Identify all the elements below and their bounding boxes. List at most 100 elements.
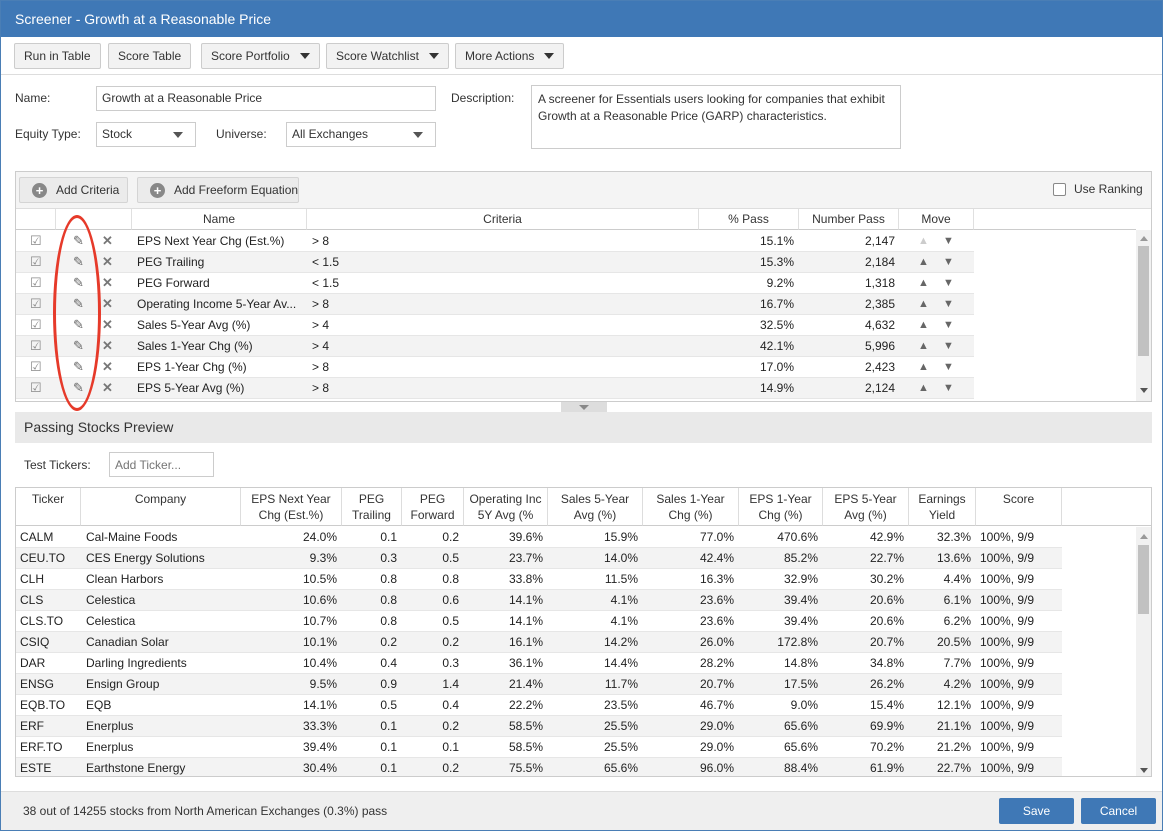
col-header-peg-trailing[interactable]: PEG Trailing	[342, 488, 402, 526]
move-down-icon[interactable]: ▼	[943, 273, 954, 293]
move-down-icon[interactable]: ▼	[943, 357, 954, 377]
move-up-icon[interactable]: ▲	[918, 378, 929, 398]
add-freeform-equation-button[interactable]: + Add Freeform Equation	[137, 177, 299, 203]
move-up-icon[interactable]: ▲	[918, 231, 929, 251]
move-down-icon[interactable]: ▼	[943, 315, 954, 335]
col-header-earnings-yield[interactable]: Earnings Yield	[909, 488, 976, 526]
delete-icon[interactable]: ✕	[102, 378, 113, 398]
preview-scroll-thumb[interactable]	[1138, 545, 1149, 614]
col-header-pct-pass[interactable]: % Pass	[699, 209, 799, 230]
checkmark-icon[interactable]: ☑	[30, 336, 42, 356]
use-ranking-checkbox[interactable]	[1053, 183, 1066, 196]
move-down-icon[interactable]: ▼	[943, 336, 954, 356]
col-header-company[interactable]: Company	[81, 488, 241, 526]
col-header-peg-forward[interactable]: PEG Forward	[402, 488, 464, 526]
stock-row[interactable]: CEU.TO CES Energy Solutions 9.3% 0.3 0.5 23.7…	[16, 548, 1062, 569]
scroll-down-icon[interactable]	[1140, 388, 1148, 393]
stock-row[interactable]: CSIQ Canadian Solar 10.1% 0.2 0.2 16.1% 14.2% 2…	[16, 632, 1062, 653]
equity-type-select[interactable]: Stock	[96, 122, 196, 147]
earnings-yield-cell: 4.2%	[943, 677, 971, 691]
eps-1-year-cell: 172.8%	[777, 635, 818, 649]
delete-icon[interactable]: ✕	[102, 336, 113, 356]
stock-row[interactable]: CLS.TO Celestica 10.7% 0.8 0.5 14.1% 4.1% 23.6%…	[16, 611, 1062, 632]
header-line-2: Chg (Est.%)	[258, 508, 324, 522]
criteria-row[interactable]: ☑ ✎ ✕ EPS 1-Year Chg (%) > 8 17.0% 2,423 ▲ ▼	[16, 357, 974, 378]
scroll-up-icon[interactable]	[1140, 534, 1148, 539]
cancel-button[interactable]: Cancel	[1081, 798, 1156, 824]
eps-next-year-cell: 30.4%	[302, 761, 337, 775]
move-up-icon[interactable]: ▲	[918, 273, 929, 293]
delete-icon[interactable]: ✕	[102, 294, 113, 314]
stock-row[interactable]: ERF Enerplus 33.3% 0.1 0.2 58.5% 25.5% 29.0% 65.…	[16, 716, 1062, 737]
checkmark-icon[interactable]: ☑	[30, 273, 42, 293]
description-field[interactable]: A screener for Essentials users looking …	[531, 85, 901, 149]
name-field[interactable]: Growth at a Reasonable Price	[96, 86, 436, 111]
score-watchlist-button[interactable]: Score Watchlist	[326, 43, 449, 69]
stock-row[interactable]: CLS Celestica 10.6% 0.8 0.6 14.1% 4.1% 23.6% 39.…	[16, 590, 1062, 611]
stock-row[interactable]: ERF.TO Enerplus 39.4% 0.1 0.1 58.5% 25.5% 29.0%…	[16, 737, 1062, 758]
move-up-icon[interactable]: ▲	[918, 357, 929, 377]
col-header-sales-1-year[interactable]: Sales 1-Year Chg (%)	[643, 488, 739, 526]
eps-5-year-cell: 42.9%	[869, 530, 904, 544]
criteria-scroll-thumb[interactable]	[1138, 246, 1149, 356]
peg-trailing-cell: 0.3	[380, 551, 397, 565]
move-down-icon[interactable]: ▼	[943, 294, 954, 314]
stock-row[interactable]: CALM Cal-Maine Foods 24.0% 0.1 0.2 39.6% 15.9%…	[16, 527, 1062, 548]
col-header-eps-1-year[interactable]: EPS 1-Year Chg (%)	[739, 488, 823, 526]
add-criteria-button[interactable]: + Add Criteria	[19, 177, 128, 203]
scroll-down-icon[interactable]	[1140, 768, 1148, 773]
delete-icon[interactable]: ✕	[102, 252, 113, 272]
eps-1-year-cell: 39.4%	[783, 614, 818, 628]
checkmark-icon[interactable]: ☑	[30, 252, 42, 272]
criteria-row[interactable]: ☑ ✎ ✕ PEG Forward < 1.5 9.2% 1,318 ▲ ▼	[16, 273, 974, 294]
move-down-icon[interactable]: ▼	[943, 252, 954, 272]
move-up-icon[interactable]: ▲	[918, 336, 929, 356]
delete-icon[interactable]: ✕	[102, 357, 113, 377]
col-header-eps-5-year[interactable]: EPS 5-Year Avg (%)	[823, 488, 909, 526]
run-in-table-button[interactable]: Run in Table	[14, 43, 101, 69]
criteria-row[interactable]: ☑ ✎ ✕ EPS 5-Year Avg (%) > 8 14.9% 2,124 ▲ ▼	[16, 378, 974, 399]
col-header-eps-next-year[interactable]: EPS Next Year Chg (Est.%)	[241, 488, 342, 526]
col-header-score[interactable]: Score	[976, 488, 1062, 526]
score-table-button[interactable]: Score Table	[108, 43, 192, 69]
criteria-row[interactable]: ☑ ✎ ✕ Sales 1-Year Chg (%) > 4 42.1% 5,996 ▲ ▼	[16, 336, 974, 357]
stock-row[interactable]: ENSG Ensign Group 9.5% 0.9 1.4 21.4% 11.7% 20.7…	[16, 674, 1062, 695]
stock-row[interactable]: EQB.TO EQB 14.1% 0.5 0.4 22.2% 23.5% 46.7% 9.0% 1…	[16, 695, 1062, 716]
move-down-icon[interactable]: ▼	[943, 378, 954, 398]
more-actions-button[interactable]: More Actions	[455, 43, 565, 69]
move-up-icon[interactable]: ▲	[918, 252, 929, 272]
score-portfolio-button[interactable]: Score Portfolio	[201, 43, 320, 69]
preview-scrollbar[interactable]	[1136, 527, 1151, 776]
col-header-name[interactable]: Name	[132, 209, 307, 230]
delete-icon[interactable]: ✕	[102, 273, 113, 293]
scroll-up-icon[interactable]	[1140, 236, 1148, 241]
stock-row[interactable]: DAR Darling Ingredients 10.4% 0.4 0.3 36.1% 14…	[16, 653, 1062, 674]
delete-icon[interactable]: ✕	[102, 315, 113, 335]
delete-icon[interactable]: ✕	[102, 231, 113, 251]
panel-splitter[interactable]	[561, 402, 607, 412]
save-button[interactable]: Save	[999, 798, 1074, 824]
checkmark-icon[interactable]: ☑	[30, 378, 42, 398]
criteria-row[interactable]: ☑ ✎ ✕ EPS Next Year Chg (Est.%) > 8 15.1% 2,14…	[16, 231, 974, 252]
col-header-ticker[interactable]: Ticker	[16, 488, 81, 526]
criteria-row[interactable]: ☑ ✎ ✕ Sales 5-Year Avg (%) > 4 32.5% 4,632 ▲ ▼	[16, 315, 974, 336]
criteria-row[interactable]: ☑ ✎ ✕ PEG Trailing < 1.5 15.3% 2,184 ▲ ▼	[16, 252, 974, 273]
checkmark-icon[interactable]: ☑	[30, 315, 42, 335]
eps-next-year-cell: 14.1%	[302, 698, 337, 712]
checkmark-icon[interactable]: ☑	[30, 294, 42, 314]
criteria-scrollbar[interactable]	[1136, 230, 1151, 401]
stock-row[interactable]: ESTE Earthstone Energy 30.4% 0.1 0.2 75.5% 65.…	[16, 758, 1062, 776]
checkmark-icon[interactable]: ☑	[30, 231, 42, 251]
criteria-row[interactable]: ☑ ✎ ✕ Operating Income 5-Year Av... > 8 16.7%…	[16, 294, 974, 315]
universe-select[interactable]: All Exchanges	[286, 122, 436, 147]
col-header-operating-income[interactable]: Operating Inc 5Y Avg (%	[464, 488, 548, 526]
move-up-icon[interactable]: ▲	[918, 315, 929, 335]
col-header-criteria[interactable]: Criteria	[307, 209, 699, 230]
col-header-number-pass[interactable]: Number Pass	[799, 209, 899, 230]
test-tickers-input[interactable]	[109, 452, 214, 477]
checkmark-icon[interactable]: ☑	[30, 357, 42, 377]
move-down-icon[interactable]: ▼	[943, 231, 954, 251]
col-header-sales-5-year[interactable]: Sales 5-Year Avg (%)	[548, 488, 643, 526]
move-up-icon[interactable]: ▲	[918, 294, 929, 314]
stock-row[interactable]: CLH Clean Harbors 10.5% 0.8 0.8 33.8% 11.5% 16.…	[16, 569, 1062, 590]
